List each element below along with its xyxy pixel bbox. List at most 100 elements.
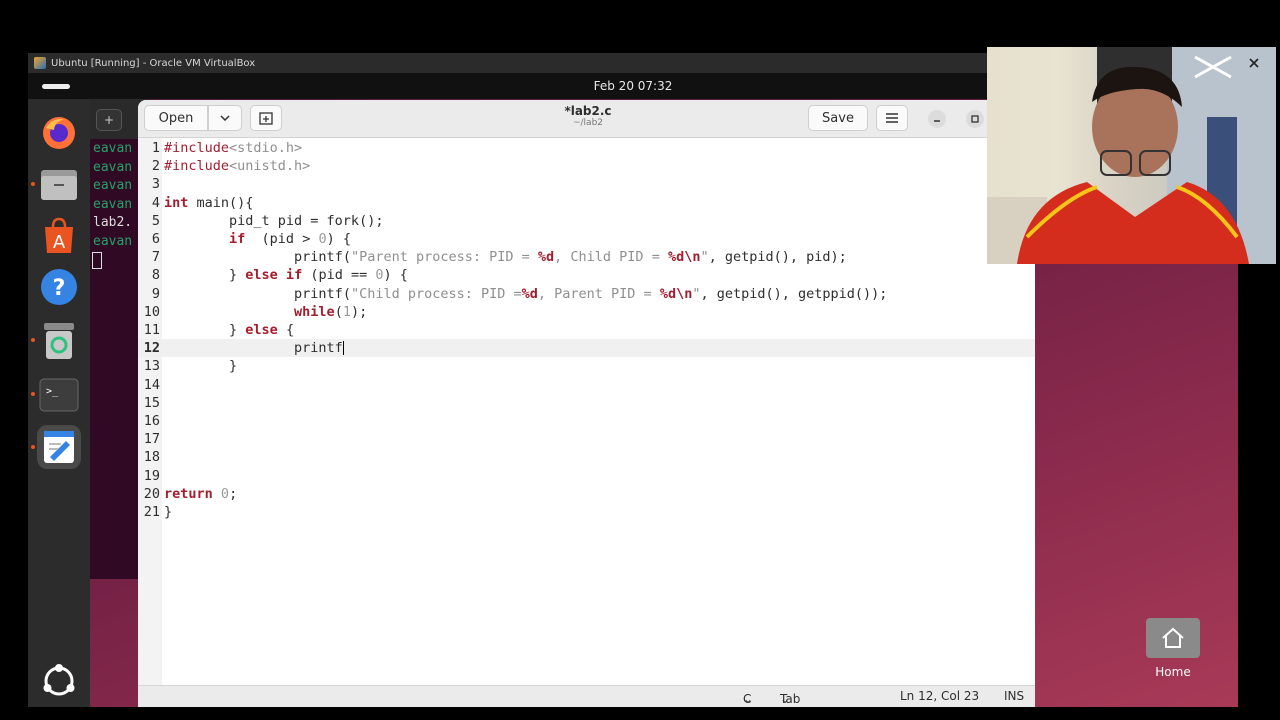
code-token: " [700,249,709,266]
code-token: , getpid(), pid); [708,249,847,266]
document-title: *lab2.c [564,104,612,118]
line-number: 4 [151,194,160,211]
clock[interactable]: Feb 20 07:32 [594,79,673,93]
code-editor[interactable]: 1 #include<stdio.h> 2 #include<unistd.h> 3… [138,138,1035,685]
code-token: if [229,231,246,247]
code-token: } [164,504,173,520]
code-token: %d\n [659,285,693,302]
code-token: main(){ [188,194,254,211]
terminal-running-indicator [31,392,35,396]
code-token: else if [245,267,303,284]
terminal-icon[interactable]: >_ [37,373,81,417]
minimize-button[interactable] [928,110,946,128]
virtualbox-title: Ubuntu [Running] - Oracle VM VirtualBox [51,57,256,69]
dock: A ? >_ [28,99,90,707]
code-token: <unistd.h> [229,158,311,175]
line-number: 11 [143,322,160,338]
virtualbox-logo-icon [34,57,46,69]
maximize-button[interactable] [966,110,984,128]
code-token: "Child process: PID = [350,285,522,302]
webcam-person-image [987,47,1276,264]
main-menu-button[interactable] [876,105,908,131]
code-line: 14 [138,376,1035,394]
app-center-icon[interactable]: A [37,214,81,258]
editor-headerbar: Open *lab2.c ~/lab2 Save [138,100,1035,138]
code-token: ) { [326,231,351,247]
code-line: 21} [138,503,1035,521]
hamburger-menu-icon [886,113,898,123]
code-token: 0 [220,485,230,502]
activities-indicator[interactable] [42,84,70,89]
code-token: #include [164,140,230,156]
firefox-icon[interactable] [37,111,81,155]
files-icon[interactable] [37,163,81,207]
code-token: #include [164,158,230,175]
code-token: 0 [375,267,384,284]
line-number: 12 [143,340,160,357]
trash-running-indicator [31,338,35,342]
code-token: } [229,358,238,375]
line-number: 15 [143,394,160,411]
code-token: } [229,322,246,338]
line-number: 10 [143,303,160,320]
open-dropdown-button[interactable] [208,105,242,131]
chevron-down-icon [220,115,230,121]
code-line: 18 [138,448,1035,466]
code-line: 3 [138,175,1035,193]
code-token: ; [229,485,238,502]
code-line: 13 } [138,357,1035,375]
code-line: 1 #include<stdio.h> [138,139,1035,157]
code-line: 7 printf("Parent process: PID = %d, Chil… [138,248,1035,266]
webcam-overlay [987,47,1276,264]
save-button[interactable]: Save [808,105,868,131]
svg-text:?: ? [53,276,66,301]
svg-text:>_: >_ [46,386,59,397]
code-line: 4 int main(){ [138,194,1035,212]
line-number: 2 [151,158,160,175]
code-token: , getpid(), getppid()); [700,285,888,302]
line-number: 3 [151,176,160,193]
line-number: 1 [151,140,160,156]
code-line: 20 return 0; [138,485,1035,503]
line-number: 18 [143,449,160,466]
cursor-position[interactable]: Ln 12, Col 23 [900,689,979,703]
code-token: ( [334,303,343,320]
code-token: %d [521,285,538,302]
code-token: 1 [342,303,351,320]
svg-text:A: A [53,232,66,253]
code-line: 17 [138,430,1035,448]
code-token: %d [537,249,555,266]
code-token: %d\n [667,249,701,266]
home-folder-label[interactable]: Home [1138,665,1208,679]
new-tab-icon[interactable]: + [96,109,122,131]
code-token: { [277,322,295,338]
files-running-indicator [31,182,35,186]
code-token: <stdio.h> [229,140,303,156]
help-icon[interactable]: ? [37,265,81,309]
line-number: 8 [151,267,160,284]
code-token: } [229,267,246,284]
show-apps-icon[interactable] [37,659,81,703]
text-caret [342,341,344,356]
new-tab-button[interactable] [250,105,282,131]
editor-statusbar: C ⌄ Tab Width: 8 ⌄ Ln 12, Col 23 INS [138,685,1035,707]
chevron-down-icon: ⌄ [743,692,754,706]
code-token: return [164,485,213,502]
document-title-area: *lab2.c ~/lab2 [528,104,648,128]
code-token: printf( [294,285,351,302]
code-line-current: 12 printf [138,339,1035,358]
text-editor-icon[interactable] [37,425,81,469]
line-number: 5 [151,212,160,229]
code-token: "Parent process: PID = [350,249,538,266]
line-number: 17 [143,431,160,448]
line-number: 20 [143,485,160,502]
open-button[interactable]: Open [144,105,208,131]
trash-icon[interactable] [37,319,81,363]
code-line: 8 } else if (pid == 0) { [138,266,1035,284]
code-token: else [245,322,278,338]
code-token: , Child PID = [554,249,668,266]
line-number: 6 [151,231,160,247]
home-folder-icon[interactable] [1146,618,1200,658]
code-token: (pid > [245,231,319,247]
